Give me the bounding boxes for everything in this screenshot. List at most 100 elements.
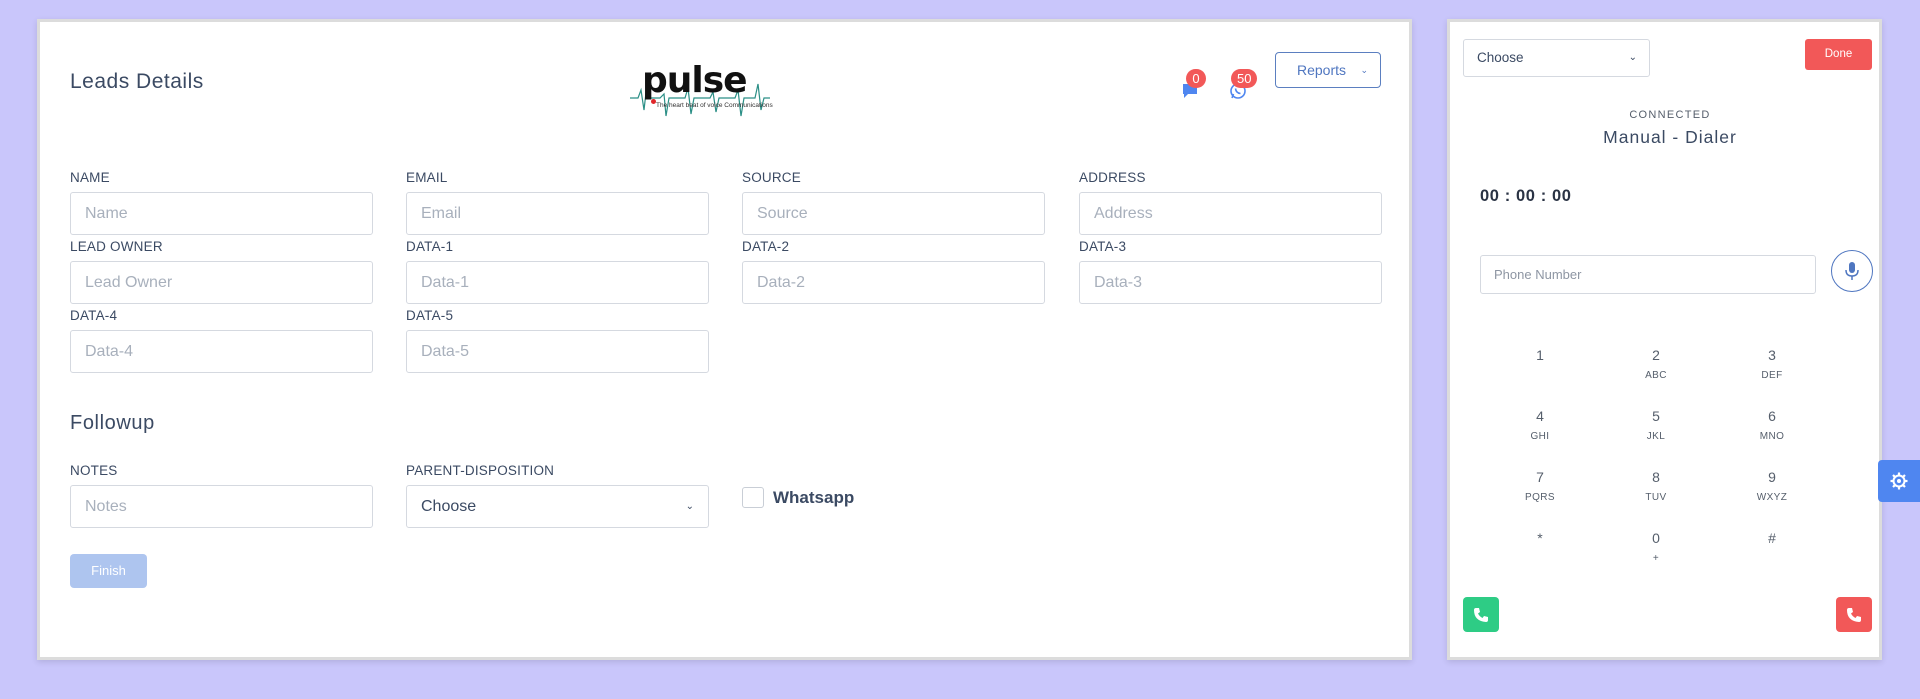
chat-count-badge: 0 (1186, 69, 1206, 88)
key-number: 7 (1536, 469, 1544, 485)
dialer-mode: Manual - Dialer (1603, 127, 1737, 147)
key-letters: + (1652, 553, 1660, 564)
call-button[interactable] (1463, 597, 1499, 632)
logo-tagline: The heart beat of voice Communications (656, 102, 773, 109)
data-1-label: DATA-1 (406, 239, 454, 254)
key-2[interactable]: 2 ABC (1621, 347, 1691, 382)
data-4-label: DATA-4 (70, 308, 118, 323)
parent-disposition-label: PARENT-DISPOSITION (406, 463, 555, 478)
key-hash[interactable]: # (1737, 530, 1807, 565)
key-letters (1505, 370, 1575, 382)
key-number: 8 (1652, 469, 1660, 485)
key-1[interactable]: 1 (1505, 347, 1575, 382)
microphone-icon (1845, 262, 1859, 280)
done-button[interactable]: Done (1805, 39, 1872, 70)
key-number: 1 (1536, 347, 1544, 363)
hangup-button[interactable] (1836, 597, 1872, 632)
parent-disposition-select[interactable]: Choose ⌄ (406, 485, 709, 528)
whatsapp-checkbox-box[interactable] (742, 487, 764, 508)
address-input[interactable] (1079, 192, 1382, 235)
notes-label: NOTES (70, 463, 118, 478)
key-6[interactable]: 6 MNO (1737, 408, 1807, 443)
finish-button[interactable]: Finish (70, 554, 147, 588)
pulse-logo: pulse The heart beat of voice Communicat… (630, 54, 773, 126)
whatsapp-notification[interactable]: 50 (1227, 69, 1258, 106)
dialer-campaign-select[interactable]: Choose ⌄ (1463, 39, 1650, 77)
whatsapp-count-badge: 50 (1231, 69, 1258, 88)
data-1-input[interactable] (406, 261, 709, 304)
email-input[interactable] (406, 192, 709, 235)
page-title: Leads Details (70, 70, 204, 93)
key-letters: TUV (1645, 492, 1667, 503)
name-input[interactable] (70, 192, 373, 235)
name-label: NAME (70, 170, 110, 185)
leads-panel: Leads Details pulse The heart beat of vo… (37, 19, 1412, 660)
name-field-group: NAME (70, 170, 373, 235)
key-letters: JKL (1646, 431, 1666, 442)
address-label: ADDRESS (1079, 170, 1146, 185)
key-number: 3 (1768, 347, 1776, 363)
dialer-select-value: Choose (1477, 50, 1524, 65)
lead-owner-input[interactable] (70, 261, 373, 304)
logo-brand: pulse (642, 60, 748, 101)
data-4-input[interactable] (70, 330, 373, 373)
phone-number-input[interactable] (1480, 255, 1816, 294)
chat-notification[interactable]: 0 (1179, 69, 1209, 106)
chevron-down-icon: ⌄ (1360, 65, 1368, 75)
whatsapp-checkbox-label: Whatsapp (773, 487, 855, 507)
key-9[interactable]: 9 WXYZ (1737, 469, 1807, 504)
notes-input[interactable] (70, 485, 373, 528)
key-letters: ABC (1645, 370, 1667, 381)
key-letters: WXYZ (1756, 492, 1788, 503)
key-5[interactable]: 5 JKL (1621, 408, 1691, 443)
key-4[interactable]: 4 GHI (1505, 408, 1575, 443)
key-letters: DEF (1761, 370, 1783, 381)
key-letters: GHI (1530, 431, 1550, 442)
key-letters (1505, 553, 1575, 565)
data-1-field-group: DATA-1 (406, 239, 709, 304)
microphone-button[interactable] (1831, 250, 1873, 292)
phone-call-icon (1474, 608, 1488, 622)
key-7[interactable]: 7 PQRS (1505, 469, 1575, 504)
key-3[interactable]: 3 DEF (1737, 347, 1807, 382)
reports-dropdown-button[interactable]: Reports ⌄ (1275, 52, 1381, 88)
key-letters (1737, 553, 1807, 565)
reports-label: Reports (1297, 62, 1347, 78)
key-number: 0 (1652, 530, 1660, 546)
data-2-input[interactable] (742, 261, 1045, 304)
email-field-group: EMAIL (406, 170, 709, 235)
key-number: 6 (1768, 408, 1776, 424)
data-2-label: DATA-2 (742, 239, 790, 254)
data-3-input[interactable] (1079, 261, 1382, 304)
data-3-label: DATA-3 (1079, 239, 1127, 254)
settings-tab[interactable] (1878, 460, 1920, 502)
key-0[interactable]: 0 + (1621, 530, 1691, 565)
data-5-label: DATA-5 (406, 308, 454, 323)
source-input[interactable] (742, 192, 1045, 235)
source-field-group: SOURCE (742, 170, 1045, 235)
key-number: * (1537, 530, 1543, 546)
key-number: # (1768, 530, 1776, 546)
data-5-input[interactable] (406, 330, 709, 373)
phone-hangup-icon (1847, 608, 1861, 622)
source-label: SOURCE (742, 170, 801, 185)
notes-field-group: NOTES (70, 463, 373, 528)
dialer-panel: Choose ⌄ Done CONNECTED Manual - Dialer … (1447, 19, 1882, 660)
key-letters: MNO (1759, 431, 1785, 442)
chevron-down-icon: ⌄ (1628, 52, 1637, 63)
address-field-group: ADDRESS (1079, 170, 1382, 235)
settings-gear-icon (1890, 472, 1908, 490)
call-timer: 00 : 00 : 00 (1480, 187, 1572, 205)
data-4-field-group: DATA-4 (70, 308, 373, 373)
key-number: 2 (1652, 347, 1660, 363)
key-number: 4 (1536, 408, 1544, 424)
key-number: 5 (1652, 408, 1660, 424)
key-letters: PQRS (1525, 492, 1555, 503)
parent-disposition-field-group: PARENT-DISPOSITION Choose ⌄ (406, 463, 709, 528)
key-star[interactable]: * (1505, 530, 1575, 565)
lead-owner-field-group: LEAD OWNER (70, 239, 373, 304)
whatsapp-checkbox[interactable]: Whatsapp (742, 487, 854, 508)
key-number: 9 (1768, 469, 1776, 485)
followup-section-title: Followup (70, 412, 155, 434)
key-8[interactable]: 8 TUV (1621, 469, 1691, 504)
